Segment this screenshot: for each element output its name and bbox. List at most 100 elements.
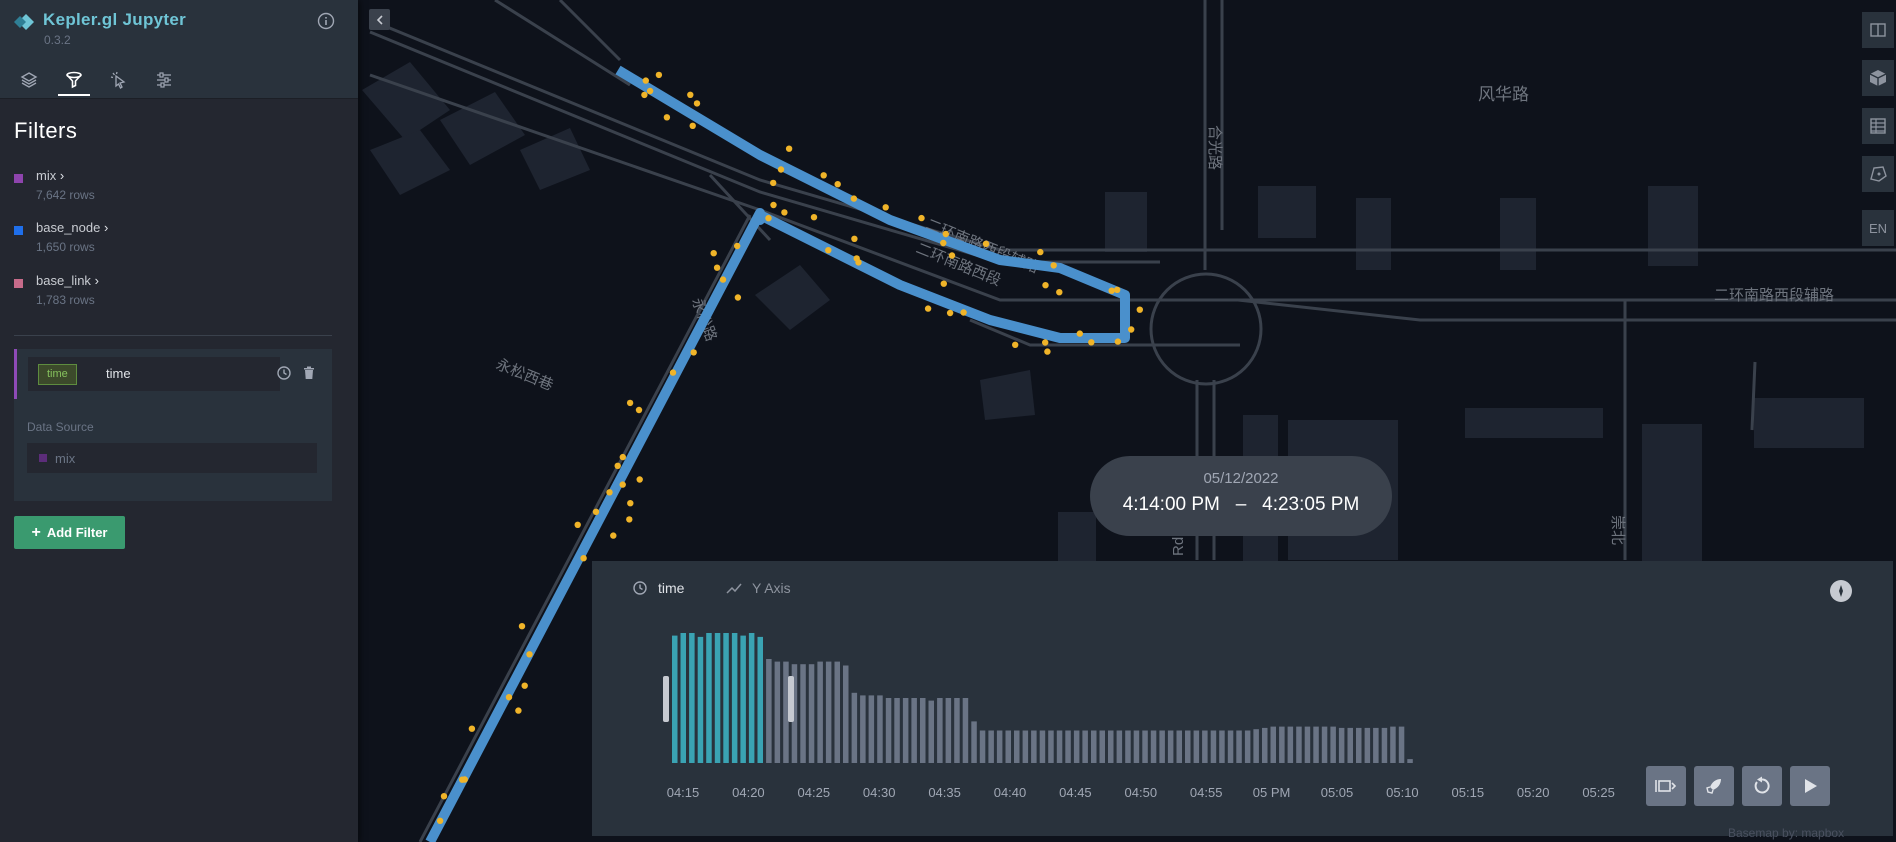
- clock-icon[interactable]: [276, 365, 292, 381]
- trash-icon[interactable]: [301, 365, 317, 381]
- histogram-bar: [1236, 730, 1242, 763]
- collapse-panel-button[interactable]: [369, 9, 390, 30]
- gps-point: [693, 100, 701, 107]
- histogram-bar: [945, 698, 952, 763]
- histogram-ticks: 04:15 04:20 04:25 04:30 04:35 04:40 04:45 04:50…: [667, 785, 1615, 800]
- reset-button[interactable]: [1742, 766, 1782, 806]
- dataset-rows: 1,650 rows: [36, 240, 95, 254]
- gps-point: [918, 214, 925, 222]
- gps-point: [626, 516, 633, 523]
- draw-polygon-icon: [1870, 166, 1887, 182]
- side-panel: Kepler.gl Jupyter 0.3.2 Filters mix › 7,…: [0, 0, 358, 842]
- histogram-bar: [911, 698, 917, 763]
- histogram-tick-label: 04:55: [1190, 785, 1223, 800]
- divider: [14, 335, 332, 336]
- gps-point: [855, 259, 862, 266]
- cursor-click-icon: [110, 71, 126, 89]
- histogram-tick-label: 05:05: [1321, 785, 1354, 800]
- time-range-label: 05/12/2022 4:14:00 PM – 4:23:05 PM: [1090, 456, 1392, 536]
- gps-point: [1050, 262, 1057, 269]
- histogram-bar: [689, 633, 695, 763]
- tab-filters[interactable]: [58, 64, 90, 96]
- gps-point: [770, 201, 777, 209]
- info-icon[interactable]: [317, 12, 335, 30]
- chevron-right-icon: ›: [103, 220, 109, 235]
- data-source-label: Data Source: [27, 420, 94, 434]
- time-label-end: 4:23:05 PM: [1262, 494, 1360, 515]
- histogram-tick-label: 05:15: [1452, 785, 1485, 800]
- histogram-tick-label: 05:25: [1582, 785, 1615, 800]
- gps-point: [1042, 339, 1049, 346]
- gps-point: [734, 242, 741, 250]
- playback-window-button[interactable]: [1646, 766, 1686, 806]
- add-filter-button[interactable]: + Add Filter: [14, 516, 125, 549]
- histogram-bar: [1253, 729, 1259, 763]
- gps-point: [942, 230, 949, 238]
- histogram-bar: [868, 695, 875, 763]
- histogram-bar: [766, 659, 772, 763]
- mapbox-attribution: Basemap by: mapbox: [1728, 826, 1845, 840]
- histogram-bar: [988, 730, 994, 763]
- histogram-bar: [1330, 726, 1336, 763]
- histogram-bar: [851, 692, 858, 763]
- gps-point: [1114, 338, 1122, 345]
- language-button[interactable]: EN: [1862, 210, 1894, 246]
- histogram-bar: [1022, 730, 1029, 763]
- split-map-button[interactable]: [1862, 12, 1894, 48]
- histogram-bars: [672, 633, 1413, 763]
- histogram-bar: [954, 698, 960, 763]
- gps-point: [663, 114, 671, 121]
- 3d-view-button[interactable]: [1862, 60, 1894, 96]
- range-handle-right[interactable]: [788, 676, 794, 722]
- histogram-bar: [1073, 730, 1080, 763]
- range-handle-left[interactable]: [663, 676, 669, 722]
- histogram-bar: [1014, 730, 1020, 763]
- gps-point: [592, 508, 600, 515]
- gps-point: [982, 240, 990, 247]
- tab-interactions[interactable]: [103, 64, 135, 96]
- tab-layers[interactable]: [13, 64, 45, 96]
- histogram-bar: [1193, 730, 1200, 763]
- gps-point: [635, 406, 643, 414]
- time-label-date: 05/12/2022: [1203, 470, 1279, 487]
- time-label-separator: –: [1235, 494, 1247, 515]
- cube-icon: [1869, 70, 1887, 86]
- histogram-tick-label: 05:10: [1386, 785, 1419, 800]
- dataset-color-swatch: [14, 174, 23, 183]
- gps-point: [614, 462, 621, 469]
- gps-point: [781, 209, 788, 216]
- histogram-bar: [1373, 727, 1379, 763]
- gps-point: [646, 87, 654, 95]
- gps-point: [834, 181, 841, 188]
- histogram-bar: [1125, 730, 1131, 763]
- chevron-right-icon: ›: [94, 273, 99, 288]
- histogram-bar: [1056, 730, 1063, 763]
- filter-header[interactable]: time time: [28, 357, 280, 391]
- draw-polygon-button[interactable]: [1862, 156, 1894, 192]
- playback-speed-button[interactable]: [1694, 766, 1734, 806]
- panel-title: Filters: [14, 118, 78, 143]
- tab-map-settings[interactable]: [148, 64, 180, 96]
- histogram-bar: [1356, 727, 1362, 763]
- gps-point: [940, 239, 947, 247]
- gps-point: [946, 309, 954, 317]
- gps-point: [1044, 348, 1051, 355]
- data-source-select[interactable]: mix: [27, 443, 317, 473]
- map-label-rd: Rd: [1170, 537, 1187, 556]
- filter-accent-bar: [14, 349, 17, 399]
- histogram-bar: [740, 635, 746, 763]
- histogram-bar: [1082, 730, 1088, 763]
- play-button[interactable]: [1790, 766, 1830, 806]
- gps-point: [825, 247, 832, 254]
- chevron-left-icon: [376, 14, 383, 25]
- gps-point: [440, 793, 448, 800]
- table-icon: [1870, 118, 1886, 134]
- histogram-bar: [800, 664, 806, 763]
- gps-point: [610, 532, 617, 539]
- gps-point: [924, 305, 932, 312]
- histogram-bar: [1031, 730, 1037, 763]
- data-table-button[interactable]: [1862, 108, 1894, 144]
- histogram-bar: [1048, 730, 1054, 763]
- split-map-icon: [1870, 23, 1886, 37]
- gps-point: [641, 91, 648, 99]
